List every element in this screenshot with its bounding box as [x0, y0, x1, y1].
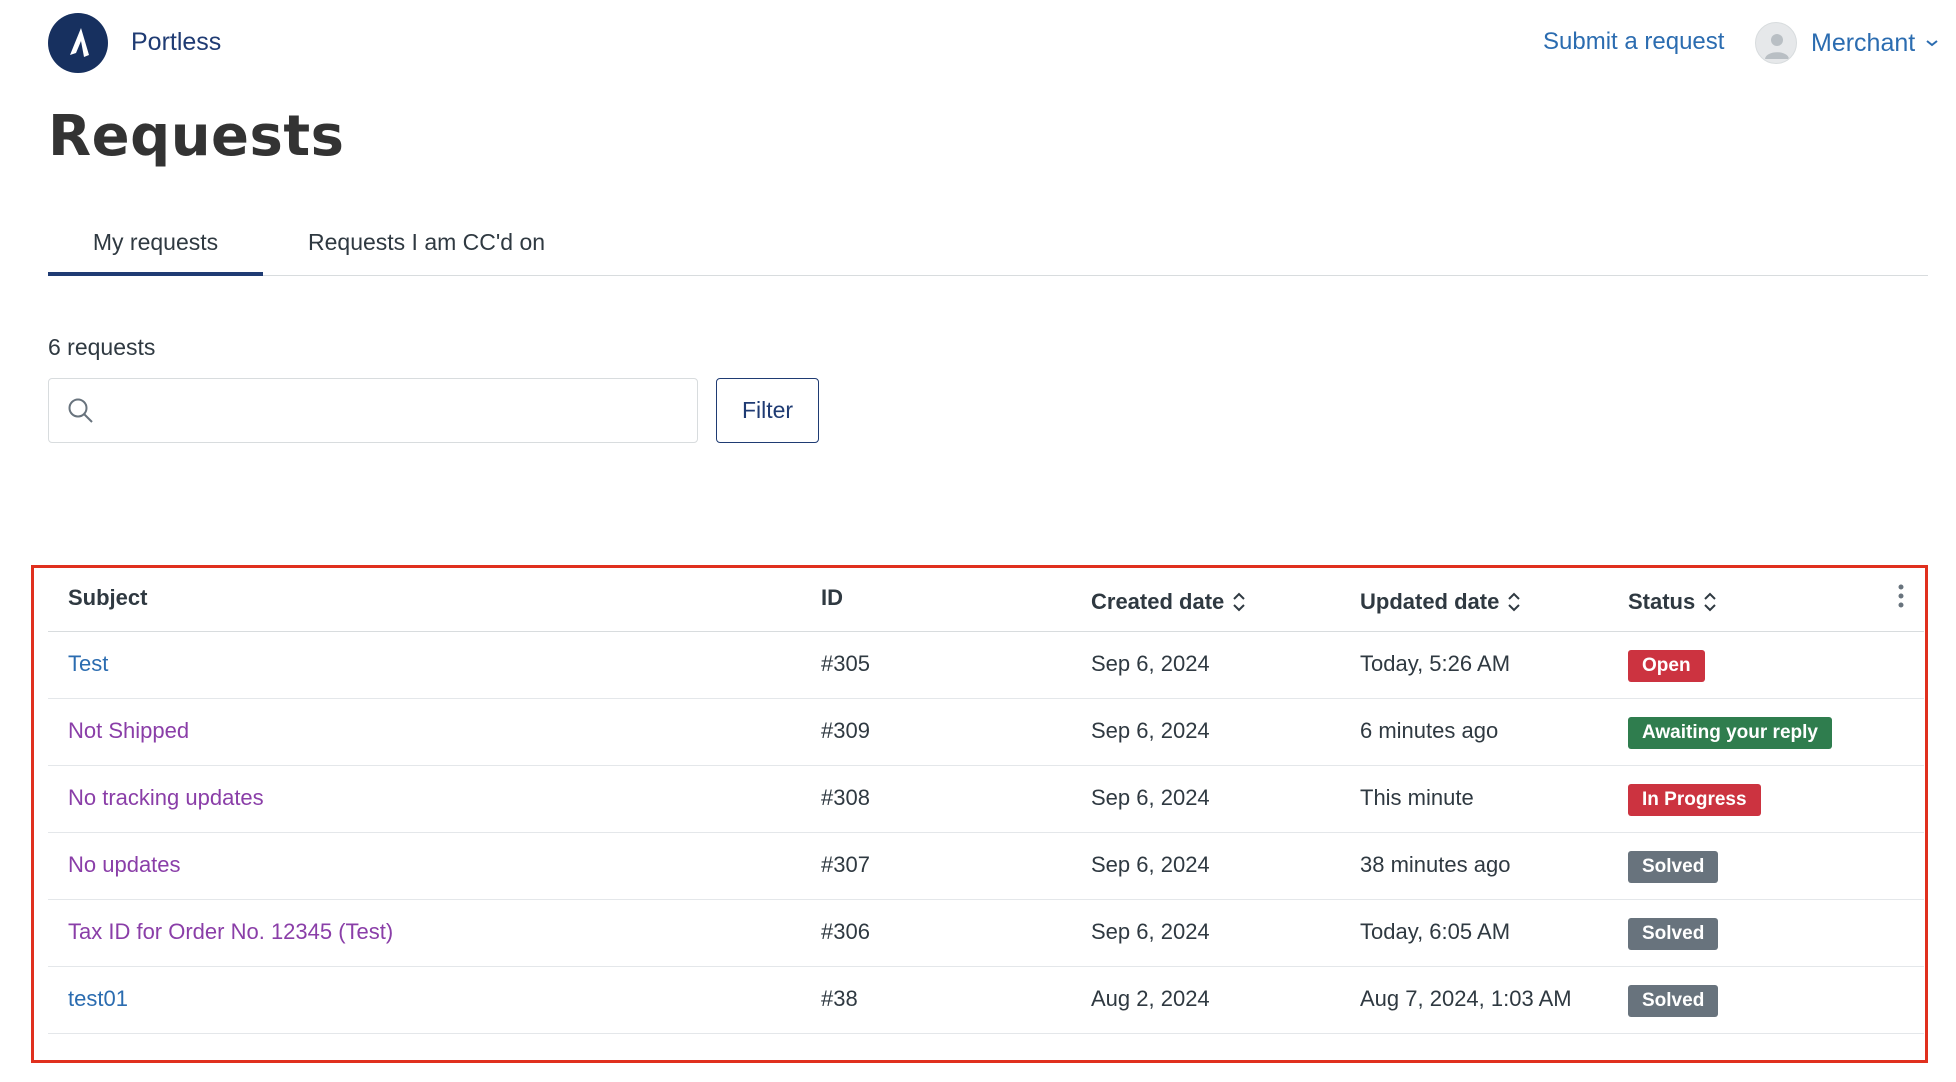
- updated-date: 6 minutes ago: [1360, 718, 1499, 743]
- search-icon: [68, 398, 93, 423]
- page-title: Requests: [48, 104, 345, 169]
- avatar: [1755, 22, 1797, 64]
- request-id: #306: [821, 919, 870, 944]
- header-label: ID: [821, 585, 843, 610]
- column-header-created-date[interactable]: Created date: [1091, 589, 1246, 615]
- sort-icon: [1508, 592, 1521, 612]
- chevron-down-icon: [1926, 40, 1938, 47]
- request-subject-link[interactable]: No updates: [68, 852, 181, 878]
- status-badge: In Progress: [1628, 784, 1761, 816]
- table-row: No tracking updates #308 Sep 6, 2024 Thi…: [48, 766, 1924, 833]
- updated-date: Aug 7, 2024, 1:03 AM: [1360, 986, 1572, 1011]
- updated-date: 38 minutes ago: [1360, 852, 1511, 877]
- column-header-subject: Subject: [68, 585, 147, 611]
- tab-my-requests[interactable]: My requests: [48, 229, 263, 276]
- request-subject-link[interactable]: Test: [68, 651, 108, 677]
- request-id: #305: [821, 651, 870, 676]
- table-row: Test #305 Sep 6, 2024 Today, 5:26 AM Ope…: [48, 632, 1924, 699]
- sort-icon: [1233, 592, 1245, 612]
- status-badge: Awaiting your reply: [1628, 717, 1832, 749]
- status-badge: Solved: [1628, 851, 1719, 883]
- top-header: Portless Submit a request Merchant: [48, 13, 1938, 73]
- search-box[interactable]: [48, 378, 698, 443]
- request-subject-link[interactable]: test01: [68, 986, 128, 1012]
- column-header-updated-date[interactable]: Updated date: [1360, 589, 1521, 615]
- filter-button[interactable]: Filter: [716, 378, 819, 443]
- header-label: Updated date: [1360, 589, 1500, 614]
- request-subject-link[interactable]: Not Shipped: [68, 718, 189, 744]
- request-id: #309: [821, 718, 870, 743]
- tab-cc-requests[interactable]: Requests I am CC'd on: [308, 229, 545, 276]
- search-input[interactable]: [109, 389, 679, 433]
- created-date: Sep 6, 2024: [1091, 852, 1210, 877]
- request-id: #308: [821, 785, 870, 810]
- request-id: #38: [821, 986, 858, 1011]
- created-date: Sep 6, 2024: [1091, 718, 1210, 743]
- created-date: Sep 6, 2024: [1091, 919, 1210, 944]
- request-id: #307: [821, 852, 870, 877]
- table-row: Tax ID for Order No. 12345 (Test) #306 S…: [48, 900, 1924, 967]
- column-header-status[interactable]: Status: [1628, 589, 1717, 615]
- table-row: Not Shipped #309 Sep 6, 2024 6 minutes a…: [48, 699, 1924, 766]
- portless-logo-icon[interactable]: [48, 13, 108, 73]
- status-badge: Solved: [1628, 918, 1719, 950]
- table-row: No updates #307 Sep 6, 2024 38 minutes a…: [48, 833, 1924, 900]
- updated-date: Today, 5:26 AM: [1360, 651, 1511, 676]
- created-date: Sep 6, 2024: [1091, 651, 1210, 676]
- sort-icon: [1704, 592, 1716, 612]
- requests-table: Subject ID Created date Updated date Sta…: [48, 568, 1924, 1034]
- header-label: Subject: [68, 585, 148, 610]
- table-row: test01 #38 Aug 2, 2024 Aug 7, 2024, 1:03…: [48, 967, 1924, 1034]
- status-badge: Open: [1628, 650, 1705, 682]
- table-header: Subject ID Created date Updated date Sta…: [48, 568, 1924, 632]
- header-label: Status: [1628, 589, 1696, 614]
- request-count: 6 requests: [48, 334, 156, 360]
- request-subject-link[interactable]: Tax ID for Order No. 12345 (Test): [68, 919, 393, 945]
- status-badge: Solved: [1628, 985, 1719, 1017]
- created-date: Sep 6, 2024: [1091, 785, 1210, 810]
- updated-date: This minute: [1360, 785, 1474, 810]
- submit-request-link[interactable]: Submit a request: [1543, 28, 1724, 56]
- created-date: Aug 2, 2024: [1091, 986, 1210, 1011]
- request-subject-link[interactable]: No tracking updates: [68, 785, 264, 811]
- user-menu[interactable]: Merchant: [1755, 21, 1939, 65]
- updated-date: Today, 6:05 AM: [1360, 919, 1511, 944]
- user-name: Merchant: [1811, 28, 1916, 57]
- column-header-id: ID: [821, 585, 843, 611]
- request-tabs: My requests Requests I am CC'd on: [48, 223, 1928, 276]
- brand-name[interactable]: Portless: [131, 28, 221, 57]
- more-options-icon[interactable]: [1891, 582, 1911, 612]
- header-label: Created date: [1091, 589, 1225, 614]
